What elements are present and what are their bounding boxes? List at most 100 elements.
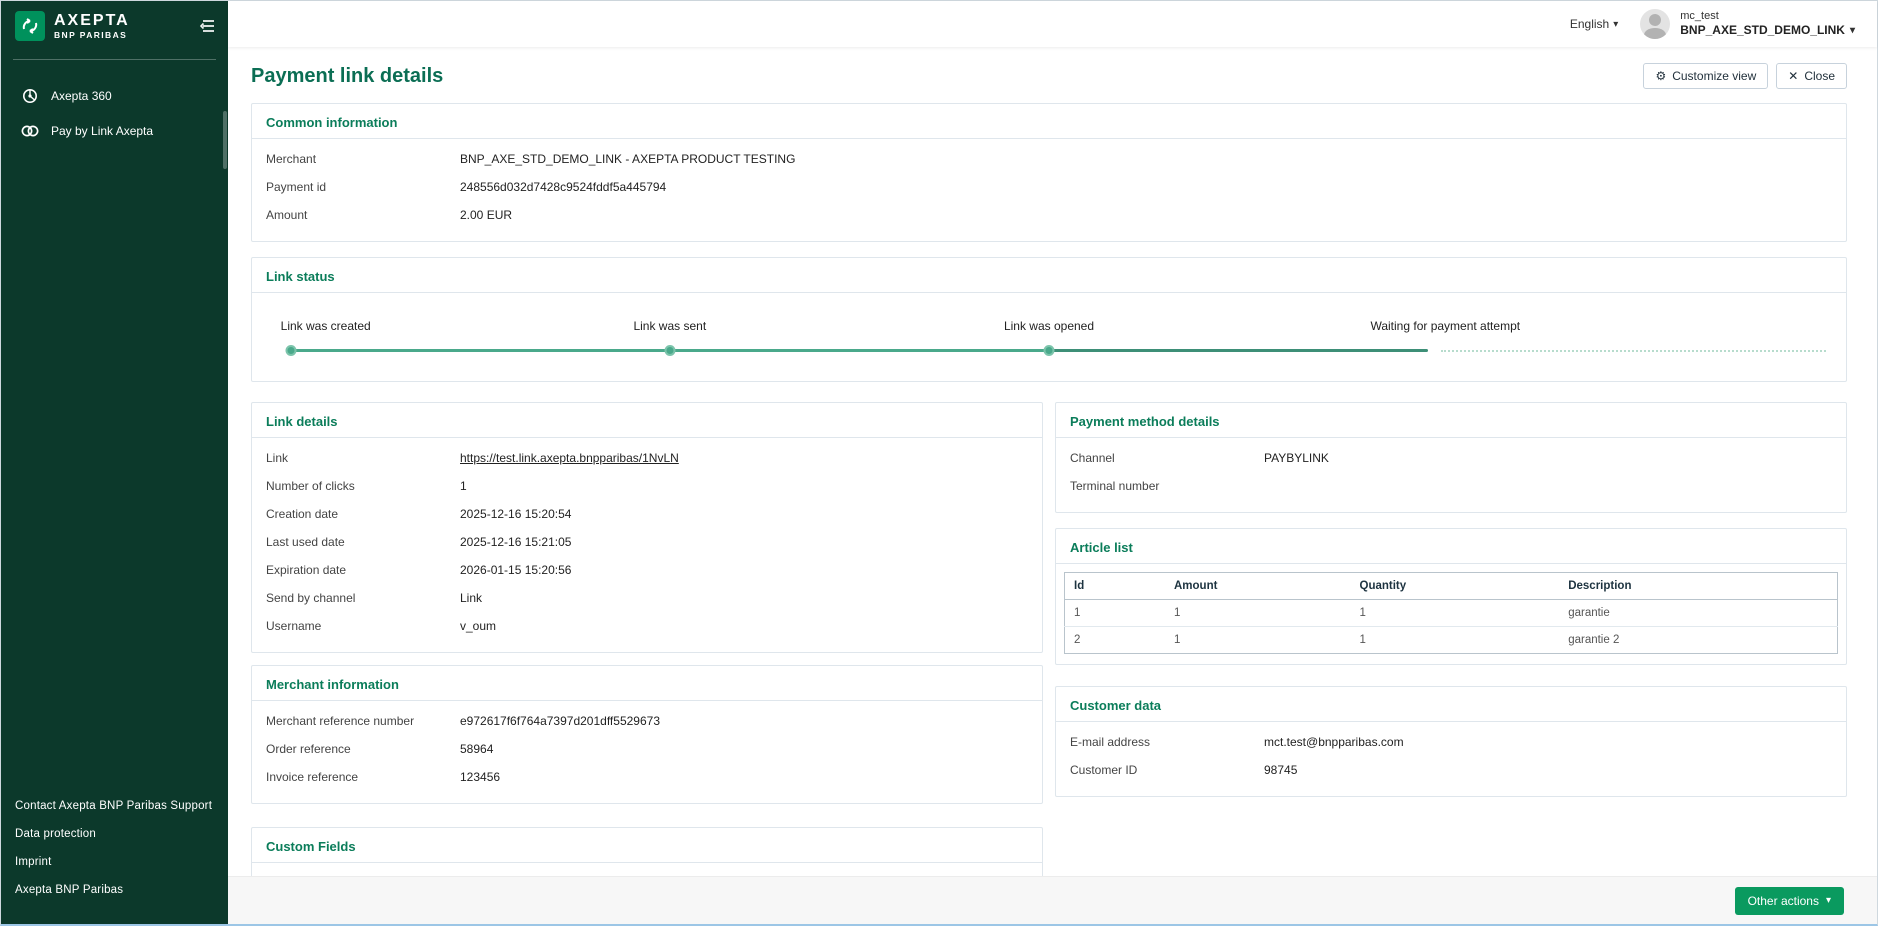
username-value: v_oum <box>460 619 496 633</box>
link-chain-icon <box>21 124 39 138</box>
milestone-dot <box>1044 345 1055 356</box>
content: Payment link details ⚙ Customize view ✕ … <box>228 47 1877 876</box>
field-row: Order reference 58964 <box>266 735 1028 763</box>
chevron-down-icon: ▾ <box>1850 25 1855 38</box>
sidebar-item-label: Pay by Link Axepta <box>51 124 153 138</box>
sidebar-footer: Contact Axepta BNP Paribas Support Data … <box>1 792 228 924</box>
language-label: English <box>1570 17 1609 31</box>
order-reference-value: 58964 <box>460 742 493 756</box>
language-selector[interactable]: English ▾ <box>1570 17 1618 31</box>
field-row: Amount 2.00 EUR <box>266 201 1832 229</box>
last-used-date-value: 2025-12-16 15:21:05 <box>460 535 571 549</box>
sidebar-nav: Axepta 360 Pay by Link Axepta <box>1 78 228 148</box>
brand-logo: AXEPTA BNP PARIBAS <box>1 1 228 49</box>
field-row: CustomField01 2,00 EUR <box>266 869 1028 876</box>
field-row: Expiration date 2026-01-15 15:20:56 <box>266 556 1028 584</box>
sidebar-item-label: Axepta 360 <box>51 89 112 103</box>
other-actions-button[interactable]: Other actions ▾ <box>1735 887 1844 915</box>
invoice-reference-value: 123456 <box>460 770 500 784</box>
divider <box>252 292 1846 293</box>
clicks-value: 1 <box>460 479 467 493</box>
payment-method-card: Payment method details Channel PAYBYLINK… <box>1055 402 1847 513</box>
field-row: Username v_oum <box>266 612 1028 640</box>
footer-link-imprint[interactable]: Imprint <box>15 848 228 876</box>
close-icon: ✕ <box>1788 70 1798 82</box>
footer-link-contact-support[interactable]: Contact Axepta BNP Paribas Support <box>15 792 228 820</box>
link-status-timeline: Link was created Link was sent Link was … <box>272 317 1826 369</box>
table-row: 2 1 1 garantie 2 <box>1065 627 1838 654</box>
field-row: Customer ID 98745 <box>1070 756 1832 784</box>
merchant-reference-value: e972617f6f764a7397d201dff5529673 <box>460 714 660 728</box>
top-bar: English ▾ mc_test BNP_AXE_STD_DEMO_LINK … <box>228 1 1877 47</box>
column-header-id: Id <box>1065 573 1165 600</box>
sidebar-collapse-icon[interactable] <box>200 19 216 33</box>
field-row: Send by channel Link <box>266 584 1028 612</box>
section-title: Common information <box>252 104 1846 138</box>
amount-value: 2.00 EUR <box>460 208 512 222</box>
gear-icon: ⚙ <box>1655 70 1666 82</box>
footer-link-data-protection[interactable]: Data protection <box>15 820 228 848</box>
channel-value: PAYBYLINK <box>1264 451 1329 465</box>
section-title: Merchant information <box>252 666 1042 700</box>
field-row: Creation date 2025-12-16 15:20:54 <box>266 500 1028 528</box>
merchant-information-card: Merchant information Merchant reference … <box>251 665 1043 804</box>
field-row: Merchant reference number e972617f6f764a… <box>266 707 1028 735</box>
field-row: Channel PAYBYLINK <box>1070 444 1832 472</box>
user-menu[interactable]: mc_test BNP_AXE_STD_DEMO_LINK ▾ <box>1680 10 1855 39</box>
milestone-label: Link was opened <box>1004 319 1094 333</box>
section-title: Link details <box>252 403 1042 437</box>
article-table: Id Amount Quantity Description 1 1 1 <box>1064 572 1838 654</box>
field-row: Payment id 248556d032d7428c9524fddf5a445… <box>266 173 1832 201</box>
sidebar-item-axepta-360[interactable]: Axepta 360 <box>1 78 228 114</box>
sidebar-scrollbar[interactable] <box>223 111 227 169</box>
sidebar-divider <box>13 59 216 60</box>
field-row: Last used date 2025-12-16 15:21:05 <box>266 528 1028 556</box>
field-row: Invoice reference 123456 <box>266 763 1028 791</box>
column-header-amount: Amount <box>1165 573 1351 600</box>
field-row: Terminal number <box>1070 472 1832 500</box>
footer-link-axepta-bnp[interactable]: Axepta BNP Paribas <box>15 876 228 904</box>
link-details-card: Link details Link https://test.link.axep… <box>251 402 1043 653</box>
user-account: BNP_AXE_STD_DEMO_LINK <box>1680 23 1845 38</box>
user-avatar[interactable] <box>1640 9 1670 39</box>
milestone-label: Link was created <box>281 319 371 333</box>
column-header-quantity: Quantity <box>1351 573 1560 600</box>
field-row: E-mail address mct.test@bnpparibas.com <box>1070 728 1832 756</box>
section-title: Article list <box>1056 529 1846 563</box>
customize-view-button[interactable]: ⚙ Customize view <box>1643 63 1768 89</box>
axepta-360-icon <box>21 88 39 104</box>
payment-link-url[interactable]: https://test.link.axepta.bnpparibas/1NvL… <box>460 451 679 465</box>
custom-fields-card: Custom Fields CustomField01 2,00 EUR Cus… <box>251 827 1043 876</box>
common-information-card: Common information Merchant BNP_AXE_STD_… <box>251 103 1847 242</box>
section-title: Custom Fields <box>252 828 1042 862</box>
section-title: Customer data <box>1056 687 1846 721</box>
timeline-line-pending <box>1441 350 1826 352</box>
column-header-description: Description <box>1559 573 1837 600</box>
creation-date-value: 2025-12-16 15:20:54 <box>460 507 571 521</box>
field-row: Number of clicks 1 <box>266 472 1028 500</box>
section-title: Payment method details <box>1056 403 1846 437</box>
email-address-value: mct.test@bnpparibas.com <box>1264 735 1404 749</box>
table-row: 1 1 1 garantie <box>1065 600 1838 627</box>
field-row: Link https://test.link.axepta.bnpparibas… <box>266 444 1028 472</box>
brand-name: AXEPTA <box>54 13 130 29</box>
divider <box>1056 563 1846 564</box>
milestone-label: Link was sent <box>633 319 706 333</box>
link-status-card: Link status Link was created Link was se… <box>251 257 1847 382</box>
close-button[interactable]: ✕ Close <box>1776 63 1847 89</box>
expiration-date-value: 2026-01-15 15:20:56 <box>460 563 571 577</box>
timeline-line-current <box>1049 349 1428 352</box>
payment-id-value: 248556d032d7428c9524fddf5a445794 <box>460 180 666 194</box>
customer-data-card: Customer data E-mail address mct.test@bn… <box>1055 686 1847 797</box>
sidebar-item-pay-by-link[interactable]: Pay by Link Axepta <box>1 114 228 148</box>
article-list-card: Article list Id Amount Quantity Descript… <box>1055 528 1847 665</box>
chevron-down-icon: ▾ <box>1826 895 1831 906</box>
chevron-down-icon: ▾ <box>1613 19 1618 30</box>
page-title: Payment link details <box>251 65 443 88</box>
section-title: Link status <box>252 258 1846 292</box>
milestone-dot <box>664 345 675 356</box>
main-area: English ▾ mc_test BNP_AXE_STD_DEMO_LINK … <box>228 1 1877 924</box>
milestone-dot <box>285 345 296 356</box>
milestone-label: Waiting for payment attempt <box>1370 319 1520 333</box>
user-name: mc_test <box>1680 10 1855 24</box>
